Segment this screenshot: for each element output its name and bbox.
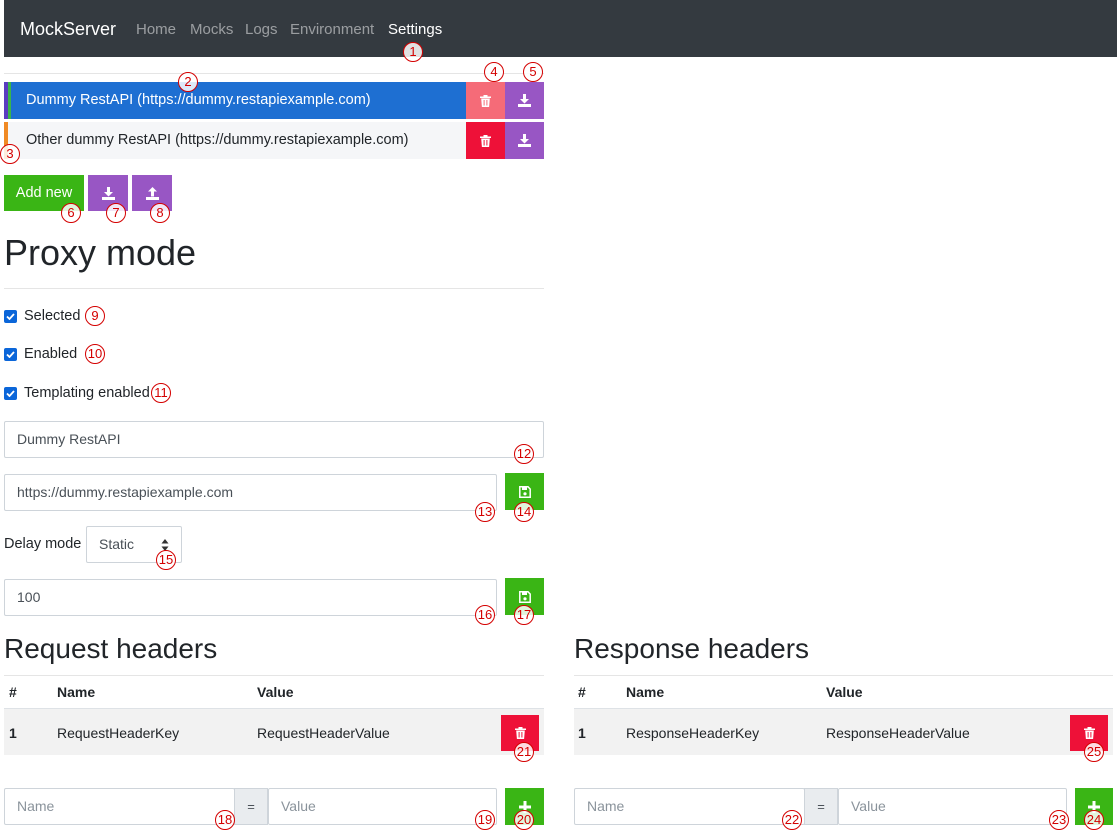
download-icon: [518, 94, 531, 107]
annotation-badge: 21: [514, 742, 534, 762]
upload-icon: [145, 186, 159, 200]
column-header-value: Value: [257, 684, 294, 700]
header-value-cell: ResponseHeaderValue: [826, 725, 970, 741]
annotation-badge: 15: [156, 550, 176, 570]
export-env-button[interactable]: [505, 82, 544, 119]
column-header-name: Name: [57, 684, 96, 700]
header-name-cell: RequestHeaderKey: [57, 725, 180, 741]
annotation-badge: 3: [0, 144, 20, 164]
response-header-name-input[interactable]: Name: [574, 788, 805, 825]
divider: [4, 675, 544, 676]
annotation-badge: 5: [523, 62, 543, 82]
checkmark-icon: [6, 313, 15, 320]
navbar: MockServer Home Mocks Logs Environment S…: [4, 0, 1117, 57]
enabled-label: Enabled: [24, 346, 78, 362]
env-item-other-dummy-restapi[interactable]: Other dummy RestAPI (https://dummy.resta…: [4, 122, 466, 159]
enabled-checkbox[interactable]: [4, 348, 17, 361]
download-icon: [101, 186, 115, 200]
column-header-value: Value: [826, 684, 863, 700]
export-env-button[interactable]: [505, 122, 544, 159]
column-header-index: #: [9, 684, 17, 700]
delete-env-button[interactable]: [466, 82, 505, 119]
trash-icon: [480, 94, 491, 107]
trash-icon: [514, 727, 526, 739]
header-name-cell: ResponseHeaderKey: [626, 725, 760, 741]
templating-enabled-checkbox[interactable]: [4, 387, 17, 400]
response-header-value-input[interactable]: Value: [838, 788, 1067, 825]
nav-link-settings[interactable]: Settings: [388, 21, 442, 38]
checkmark-icon: [6, 390, 15, 397]
annotation-badge: 24: [1084, 810, 1104, 830]
equals-addon: =: [804, 788, 838, 825]
brand-logo[interactable]: MockServer: [20, 19, 116, 40]
floppy-disk-icon: [518, 590, 531, 603]
annotation-badge: 10: [85, 344, 105, 364]
annotation-badge: 17: [514, 605, 534, 625]
delay-value-input[interactable]: 100: [4, 579, 497, 616]
annotation-badge: 12: [514, 444, 534, 464]
selected-checkbox[interactable]: [4, 310, 17, 323]
equals-addon: =: [234, 788, 268, 825]
nav-link-home[interactable]: Home: [136, 21, 176, 38]
annotation-badge: 8: [150, 203, 170, 223]
env-item-label: Other dummy RestAPI (https://dummy.resta…: [26, 132, 409, 148]
row-index: 1: [578, 725, 586, 741]
response-headers-title: Response headers: [574, 633, 810, 664]
column-header-index: #: [578, 684, 586, 700]
annotation-badge: 19: [475, 810, 495, 830]
divider: [574, 675, 1113, 676]
env-item-label: Dummy RestAPI (https://dummy.restapiexam…: [26, 92, 371, 108]
annotation-badge: 16: [475, 605, 495, 625]
annotation-badge: 25: [1084, 742, 1104, 762]
annotation-badge: 1: [403, 42, 423, 62]
request-header-value-input[interactable]: Value: [268, 788, 497, 825]
delay-mode-label: Delay mode: [4, 536, 82, 552]
annotation-badge: 14: [514, 502, 534, 522]
header-value-cell: RequestHeaderValue: [257, 725, 390, 741]
nav-link-logs[interactable]: Logs: [245, 21, 278, 38]
annotation-badge: 11: [151, 383, 171, 403]
annotation-badge: 23: [1049, 810, 1069, 830]
trash-icon: [1083, 727, 1095, 739]
checkmark-icon: [6, 351, 15, 358]
nav-link-mocks[interactable]: Mocks: [190, 21, 233, 38]
delete-env-button[interactable]: [466, 122, 505, 159]
annotation-badge: 7: [106, 203, 126, 223]
annotation-badge: 4: [484, 62, 504, 82]
download-icon: [518, 134, 531, 147]
column-header-name: Name: [626, 684, 665, 700]
trash-icon: [480, 134, 491, 147]
templating-enabled-label: Templating enabled: [24, 385, 150, 401]
request-headers-title: Request headers: [4, 633, 218, 664]
request-header-name-input[interactable]: Name: [4, 788, 235, 825]
nav-link-environment[interactable]: Environment: [290, 21, 374, 38]
selected-label: Selected: [24, 308, 81, 324]
divider: [4, 73, 544, 74]
env-color-stripe: [8, 82, 11, 119]
proxy-mode-title: Proxy mode: [4, 232, 197, 273]
delay-mode-value: Static: [99, 536, 135, 552]
env-url-input[interactable]: https://dummy.restapiexample.com: [4, 474, 497, 511]
env-item-dummy-restapi[interactable]: Dummy RestAPI (https://dummy.restapiexam…: [4, 82, 466, 119]
row-index: 1: [9, 725, 17, 741]
annotation-badge: 2: [178, 72, 198, 92]
env-name-input[interactable]: Dummy RestAPI: [4, 421, 544, 458]
annotation-badge: 20: [514, 810, 534, 830]
floppy-disk-icon: [518, 485, 531, 498]
annotation-badge: 22: [782, 810, 802, 830]
annotation-badge: 6: [61, 203, 81, 223]
annotation-badge: 13: [475, 502, 495, 522]
divider: [4, 288, 544, 289]
annotation-badge: 18: [215, 810, 235, 830]
annotation-badge: 9: [85, 306, 105, 326]
